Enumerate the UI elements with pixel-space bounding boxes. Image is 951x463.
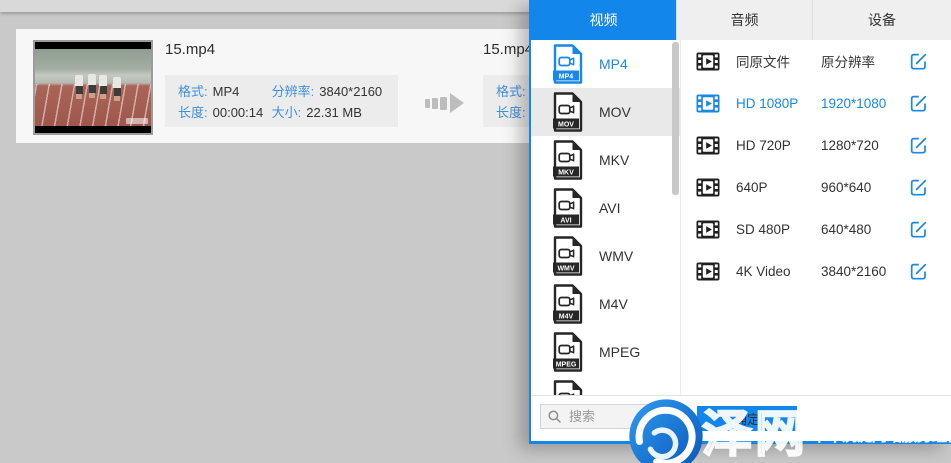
video-thumbnail bbox=[33, 40, 153, 135]
format-list: MP4 MP4 MOV MOV MKV MKV AVI AVI WMV WM bbox=[531, 40, 680, 396]
source-file-name: 15.mp4 bbox=[165, 41, 215, 58]
format-search-box[interactable] bbox=[540, 404, 668, 429]
tab-video[interactable]: 视频 bbox=[531, 0, 676, 40]
quality-option-640p[interactable]: 640P 960*640 bbox=[681, 166, 951, 208]
film-strip-icon bbox=[696, 94, 720, 113]
wmv-format-icon: WMV bbox=[553, 236, 583, 276]
edit-icon[interactable] bbox=[909, 178, 928, 197]
search-input[interactable] bbox=[567, 408, 659, 425]
mpeg-format-icon: MPEG bbox=[553, 332, 583, 372]
format-option-mov[interactable]: MOV MOV bbox=[531, 88, 680, 136]
svg-text:MKV: MKV bbox=[558, 170, 574, 177]
quality-list: 同原文件 原分辨率 HD 1080P 1920*1080 HD 720P 128… bbox=[680, 40, 951, 396]
edit-icon[interactable] bbox=[909, 52, 928, 71]
popup-footer: 确定 bbox=[531, 395, 951, 441]
format-option-mkv[interactable]: MKV MKV bbox=[531, 136, 680, 184]
film-strip-icon bbox=[696, 262, 720, 281]
film-strip-icon bbox=[696, 178, 720, 197]
quality-option-hd1080p[interactable]: HD 1080P 1920*1080 bbox=[681, 82, 951, 124]
svg-text:WMV: WMV bbox=[557, 266, 574, 273]
format-option-m4v[interactable]: M4V M4V bbox=[531, 280, 680, 328]
confirm-button[interactable]: 确定 bbox=[697, 406, 797, 431]
film-strip-icon bbox=[696, 52, 720, 71]
convert-arrow-icon bbox=[425, 93, 464, 113]
m4v-format-icon: M4V bbox=[553, 284, 583, 324]
format-option-partial[interactable] bbox=[531, 376, 680, 396]
output-format-popup: 视频 音频 设备 MP4 MP4 MOV MOV MKV MKV AVI bbox=[529, 0, 951, 444]
format-option-wmv[interactable]: WMV WMV bbox=[531, 232, 680, 280]
video-thumbnail-image bbox=[35, 49, 151, 126]
format-option-mp4[interactable]: MP4 MP4 bbox=[531, 40, 680, 88]
format-list-scrollbar[interactable] bbox=[672, 42, 679, 195]
film-strip-icon bbox=[696, 136, 720, 155]
edit-icon[interactable] bbox=[909, 220, 928, 239]
edit-icon[interactable] bbox=[909, 262, 928, 281]
search-icon bbox=[548, 410, 561, 423]
edit-icon[interactable] bbox=[909, 94, 928, 113]
popup-body: MP4 MP4 MOV MOV MKV MKV AVI AVI WMV WM bbox=[531, 40, 951, 396]
mkv-format-icon: MKV bbox=[553, 140, 583, 180]
quality-option-4k[interactable]: 4K Video 3840*2160 bbox=[681, 250, 951, 292]
tab-audio[interactable]: 音频 bbox=[676, 0, 812, 40]
format-option-avi[interactable]: AVI AVI bbox=[531, 184, 680, 232]
format-option-mpeg[interactable]: MPEG MPEG bbox=[531, 328, 680, 376]
target-file-name: 15.mp4 bbox=[483, 41, 533, 58]
edit-icon[interactable] bbox=[909, 136, 928, 155]
svg-text:M4V: M4V bbox=[559, 314, 574, 321]
quality-option-sd480p[interactable]: SD 480P 640*480 bbox=[681, 208, 951, 250]
quality-option-original[interactable]: 同原文件 原分辨率 bbox=[681, 40, 951, 82]
popup-tab-bar: 视频 音频 设备 bbox=[531, 0, 951, 40]
svg-text:MPEG: MPEG bbox=[556, 362, 577, 369]
avi-format-icon: AVI bbox=[553, 188, 583, 228]
app-window: 15.mp4 格式:MP4 分辨率:3840*2160 长度:00:00:14 … bbox=[0, 0, 951, 463]
film-strip-icon bbox=[696, 220, 720, 239]
mov-format-icon: MOV bbox=[553, 92, 583, 132]
svg-text:MP4: MP4 bbox=[559, 74, 574, 81]
format-icon bbox=[553, 380, 583, 396]
svg-text:AVI: AVI bbox=[560, 218, 571, 225]
source-file-info: 格式:MP4 分辨率:3840*2160 长度:00:00:14 大小:22.3… bbox=[165, 75, 398, 127]
tab-device[interactable]: 设备 bbox=[812, 0, 951, 40]
mp4-format-icon: MP4 bbox=[553, 44, 583, 84]
svg-text:MOV: MOV bbox=[558, 122, 574, 129]
thumbnail-watermark bbox=[126, 118, 148, 124]
quality-option-hd720p[interactable]: HD 720P 1280*720 bbox=[681, 124, 951, 166]
